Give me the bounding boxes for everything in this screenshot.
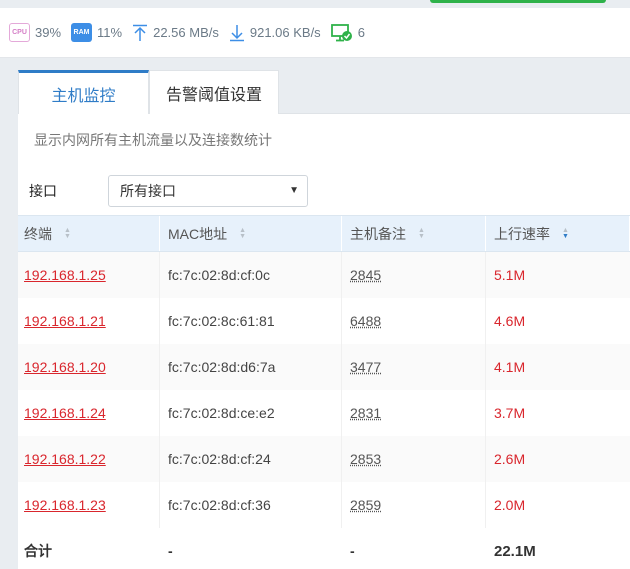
column-header-note[interactable]: 主机备注 ▲ ▼ bbox=[342, 216, 486, 251]
table-row: 192.168.1.20 fc:7c:02:8d:d6:7a 3477 4.1M bbox=[18, 344, 630, 390]
system-status-bar: CPU 39% RAM 11% 22.56 MB/s 921.06 KB/s 6 bbox=[0, 8, 630, 58]
panel-description: 显示内网所有主机流量以及连接数统计 bbox=[34, 132, 272, 148]
tab-bar-spacer bbox=[279, 70, 630, 114]
interface-selected-value: 所有接口 bbox=[120, 183, 176, 199]
interface-select[interactable]: 所有接口 ▼ bbox=[108, 175, 308, 207]
upload-rate: 3.7M bbox=[494, 405, 526, 421]
column-header-label: 终端 bbox=[24, 225, 52, 242]
top-action-button-edge[interactable] bbox=[430, 0, 606, 3]
host-mac: fc:7c:02:8d:cf:0c bbox=[168, 267, 270, 283]
cpu-stat: CPU 39% bbox=[9, 23, 61, 42]
tab-alert-threshold[interactable]: 告警阈值设置 bbox=[149, 70, 279, 114]
column-header-label: 主机备注 bbox=[350, 225, 406, 242]
host-mac: fc:7c:02:8d:ce:e2 bbox=[168, 405, 275, 421]
sort-desc-icon: ▲ ▼ bbox=[562, 226, 569, 240]
total-upload-rate: 22.1M bbox=[494, 542, 536, 560]
tab-bar: 主机监控 告警阈值设置 bbox=[18, 70, 630, 114]
host-monitor-panel: 主机监控 告警阈值设置 显示内网所有主机流量以及连接数统计 接口 所有接口 ▼ … bbox=[18, 70, 630, 569]
download-stat: 921.06 KB/s bbox=[229, 24, 321, 42]
host-ip-link[interactable]: 192.168.1.21 bbox=[24, 313, 106, 329]
online-hosts-count: 6 bbox=[357, 25, 365, 40]
app-root: CPU 39% RAM 11% 22.56 MB/s 921.06 KB/s 6… bbox=[0, 0, 630, 569]
upload-rate: 5.1M bbox=[494, 267, 526, 283]
ram-usage-value: 11% bbox=[97, 25, 123, 40]
column-header-label: MAC地址 bbox=[168, 225, 228, 242]
host-note[interactable]: 2845 bbox=[350, 267, 381, 283]
host-ip-link[interactable]: 192.168.1.25 bbox=[24, 267, 106, 283]
tab-label: 主机监控 bbox=[51, 87, 116, 105]
download-speed-value: 921.06 KB/s bbox=[249, 25, 321, 40]
total-mac: - bbox=[168, 543, 173, 559]
host-ip-link[interactable]: 192.168.1.22 bbox=[24, 451, 106, 467]
host-ip-link[interactable]: 192.168.1.24 bbox=[24, 405, 106, 421]
upload-arrow-icon bbox=[133, 24, 148, 41]
column-header-terminal[interactable]: 终端 ▲ ▼ bbox=[18, 216, 160, 251]
upload-rate: 4.6M bbox=[494, 313, 526, 329]
host-mac: fc:7c:02:8c:61:81 bbox=[168, 313, 275, 329]
cpu-icon: CPU bbox=[9, 23, 30, 42]
column-header-upload-rate[interactable]: 上行速率 ▲ ▼ bbox=[486, 216, 630, 251]
cpu-usage-value: 39% bbox=[35, 25, 62, 40]
host-note[interactable]: 3477 bbox=[350, 359, 381, 375]
table-row: 192.168.1.23 fc:7c:02:8d:cf:36 2859 2.0M bbox=[18, 482, 630, 528]
table-body: 192.168.1.25 fc:7c:02:8d:cf:0c 2845 5.1M… bbox=[18, 252, 630, 528]
table-row: 192.168.1.22 fc:7c:02:8d:cf:24 2853 2.6M bbox=[18, 436, 630, 482]
table-footer-total: 合计 - - 22.1M bbox=[18, 528, 630, 569]
table-row: 192.168.1.21 fc:7c:02:8c:61:81 6488 4.6M bbox=[18, 298, 630, 344]
ram-icon: RAM bbox=[71, 23, 93, 42]
upload-speed-value: 22.56 MB/s bbox=[153, 25, 219, 40]
upload-rate: 2.6M bbox=[494, 451, 526, 467]
column-header-label: 上行速率 bbox=[494, 225, 550, 242]
host-note[interactable]: 2859 bbox=[350, 497, 381, 513]
table-row: 192.168.1.25 fc:7c:02:8d:cf:0c 2845 5.1M bbox=[18, 252, 630, 298]
sort-icon: ▲ ▼ bbox=[64, 226, 71, 240]
upload-rate: 2.0M bbox=[494, 497, 526, 513]
table-header: 终端 ▲ ▼ MAC地址 ▲ ▼ 主机备注 ▲ ▼ 上行速率 ▲ ▼ bbox=[18, 215, 630, 252]
column-header-mac[interactable]: MAC地址 ▲ ▼ bbox=[160, 216, 342, 251]
chevron-down-icon: ▼ bbox=[289, 185, 299, 196]
interface-label: 接口 bbox=[29, 183, 57, 199]
host-mac: fc:7c:02:8d:cf:24 bbox=[168, 451, 271, 467]
table-row: 192.168.1.24 fc:7c:02:8d:ce:e2 2831 3.7M bbox=[18, 390, 630, 436]
host-mac: fc:7c:02:8d:d6:7a bbox=[168, 359, 276, 375]
host-mac: fc:7c:02:8d:cf:36 bbox=[168, 497, 271, 513]
sort-icon: ▲ ▼ bbox=[418, 226, 425, 240]
online-hosts-stat: 6 bbox=[330, 23, 365, 43]
host-note[interactable]: 2853 bbox=[350, 451, 381, 467]
host-note[interactable]: 6488 bbox=[350, 313, 381, 329]
upload-stat: 22.56 MB/s bbox=[132, 24, 219, 42]
tab-host-monitor[interactable]: 主机监控 bbox=[18, 70, 149, 114]
ram-stat: RAM 11% bbox=[71, 23, 122, 42]
host-ip-link[interactable]: 192.168.1.20 bbox=[24, 359, 106, 375]
download-arrow-icon bbox=[229, 24, 244, 41]
upload-rate: 4.1M bbox=[494, 359, 526, 375]
host-note[interactable]: 2831 bbox=[350, 405, 381, 421]
sort-icon: ▲ ▼ bbox=[239, 226, 247, 240]
host-ip-link[interactable]: 192.168.1.23 bbox=[24, 497, 106, 513]
tab-label: 告警阈值设置 bbox=[165, 86, 262, 104]
monitor-check-icon bbox=[330, 23, 352, 41]
total-label: 合计 bbox=[24, 543, 52, 559]
host-table: 终端 ▲ ▼ MAC地址 ▲ ▼ 主机备注 ▲ ▼ 上行速率 ▲ ▼ 192.1… bbox=[18, 215, 630, 569]
total-note: - bbox=[350, 543, 355, 559]
